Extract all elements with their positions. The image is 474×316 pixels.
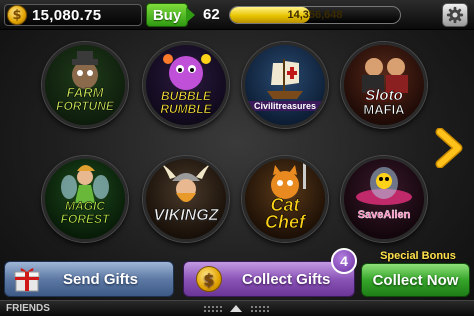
game-tile-sloto-mafia[interactable]: Sloto MAFIA (341, 42, 427, 128)
collect-gifts-label: Collect Gifts (242, 270, 331, 288)
level-value: 62 (203, 6, 220, 23)
game-logo-line2: VIKINGZ (153, 207, 219, 225)
balance-value: 15,080.75 (32, 7, 102, 24)
gift-icon (14, 268, 40, 292)
game-logo-line2: Civilitreasures (245, 101, 325, 111)
game-logo-line2: MAFIA (363, 102, 405, 118)
game-tile-viking-z[interactable]: VIKINGZ (143, 156, 229, 242)
special-bonus-label: Special Bonus (380, 250, 456, 262)
game-tile-magic-forest[interactable]: MAGIC FOREST (42, 156, 128, 242)
chevron-up-icon[interactable] (230, 305, 242, 312)
game-logo-line1: BUBBLE (161, 89, 212, 104)
friends-label: FRIENDS (6, 303, 50, 314)
coin-icon: $ (196, 266, 222, 292)
game-tile-farm-fortune[interactable]: FARM FORTUNE (42, 42, 128, 128)
game-logo-line2: Chef (265, 212, 306, 233)
send-gifts-label: Send Gifts (63, 270, 139, 288)
viking-z-artwork (160, 163, 212, 202)
grip-dots-left (203, 305, 223, 313)
game-logo-line1: FARM (66, 85, 104, 101)
civilitreasures-artwork (267, 59, 303, 99)
send-gifts-button[interactable]: Send Gifts (4, 261, 174, 297)
game-logo-line2: SaveAlien (357, 209, 411, 221)
xp-value: 14,356,648 (287, 9, 343, 21)
gear-icon (446, 6, 464, 24)
game-logo-line2: RUMBLE (160, 102, 212, 117)
buy-button[interactable]: Buy (146, 3, 188, 27)
game-logo-line2: FOREST (60, 212, 110, 227)
coin-icon: $ (7, 5, 27, 25)
game-logo-line2: FORTUNE (56, 99, 114, 114)
buy-arrow-icon (186, 7, 195, 23)
game-tile-save-alien[interactable]: SaveAlien (341, 156, 427, 242)
game-tile-civilitreasures[interactable]: Civilitreasures (242, 42, 328, 128)
xp-progress-bar: 14,356,648 (229, 6, 401, 24)
game-tile-bubble-rumble[interactable]: BUBBLE RUMBLE (143, 42, 229, 128)
friends-bar[interactable]: FRIENDS (0, 300, 474, 316)
coin-balance: $ 15,080.75 (4, 4, 142, 26)
collect-gifts-count-badge: 4 (331, 248, 357, 274)
collect-gifts-button[interactable]: $ Collect Gifts (183, 261, 355, 297)
grip-dots-right (250, 305, 270, 313)
settings-button[interactable] (442, 3, 468, 27)
save-alien-artwork (356, 167, 412, 205)
top-bar: $ 15,080.75 Buy 62 14,356,648 (0, 0, 474, 30)
collect-now-button[interactable]: Collect Now (361, 263, 470, 297)
game-tile-cat-chef[interactable]: Cat Chef (242, 156, 328, 242)
game-logo-line1: MAGIC (65, 199, 106, 214)
chevron-right-icon[interactable] (434, 128, 464, 168)
